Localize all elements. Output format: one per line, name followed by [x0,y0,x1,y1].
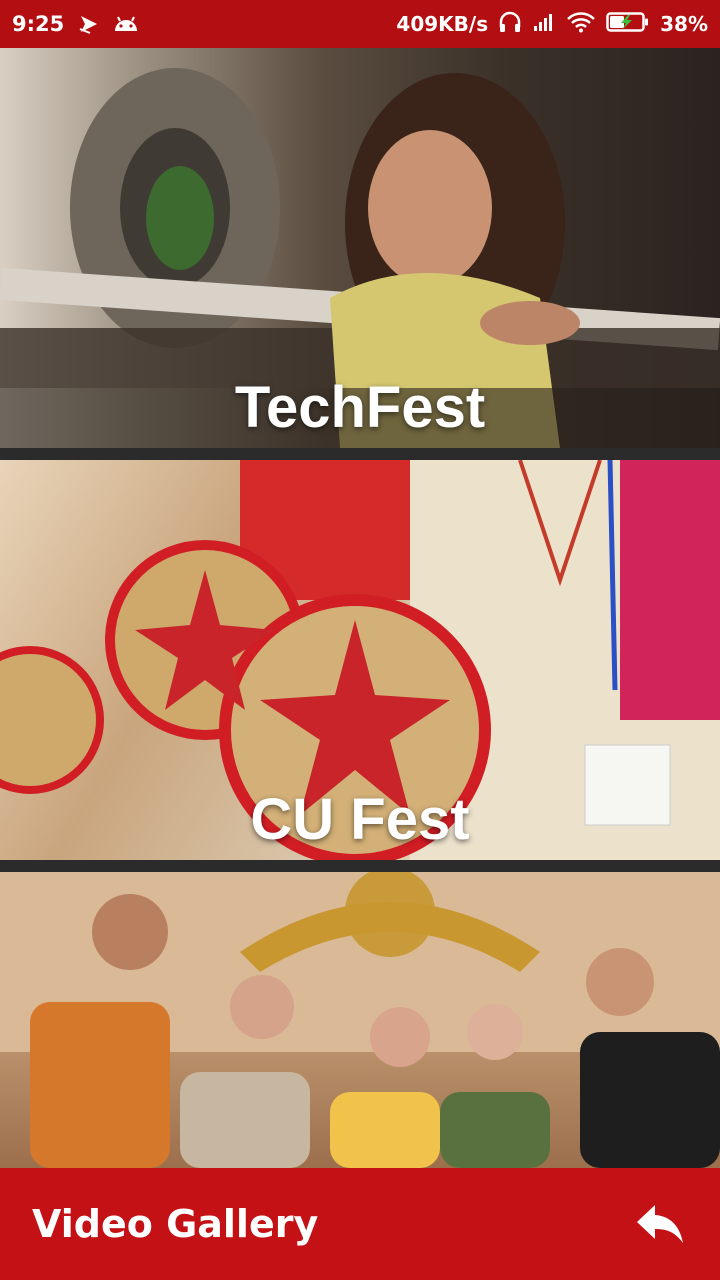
headphones-icon [498,11,522,37]
battery-percent: 38% [660,12,708,36]
cu-fest-card[interactable]: CU Fest [0,460,720,860]
cell-signal-icon [532,11,556,37]
status-right: 409KB/s 38% [396,11,708,37]
bottom-bar: Video Gallery [0,1168,720,1280]
wifi-icon [566,11,596,37]
students-card[interactable] [0,872,720,1168]
battery-charging-icon [606,11,650,37]
status-time: 9:25 [12,12,65,36]
cu-fest-title: CU Fest [250,787,470,852]
video-gallery-title: Video Gallery [32,1202,319,1246]
techfest-title: TechFest [234,375,486,440]
navigation-arrow-icon [78,13,100,35]
reply-back-icon[interactable] [632,1196,688,1252]
network-speed: 409KB/s [396,12,489,36]
techfest-card[interactable]: TechFest [0,48,720,448]
students-photo [0,872,720,1168]
status-bar: 9:25 409KB/s 38% [0,0,720,48]
android-icon [112,13,140,35]
